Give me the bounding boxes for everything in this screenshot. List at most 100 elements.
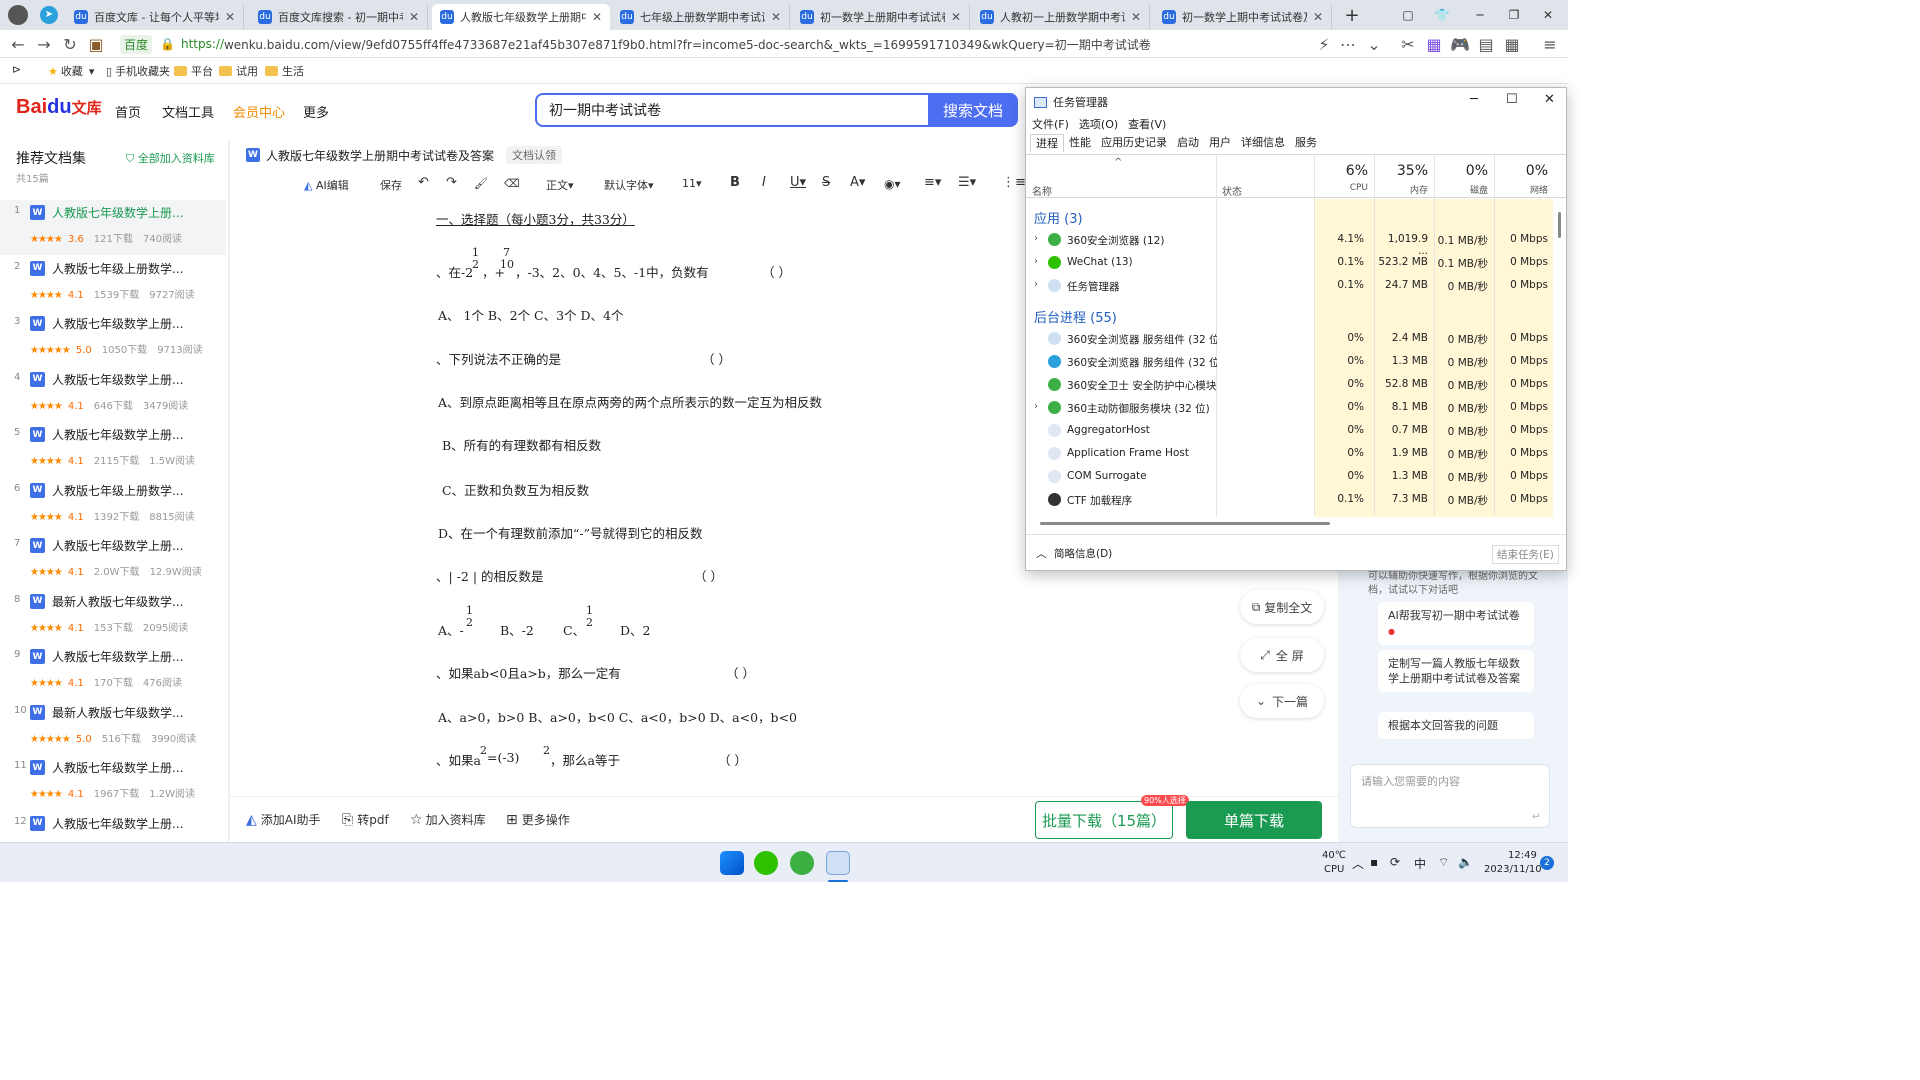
tm-minimize-button[interactable]: ─ <box>1470 92 1478 107</box>
brief-info-button[interactable]: 简略信息(D) <box>1054 546 1112 561</box>
underline-icon[interactable]: U▾ <box>790 175 806 190</box>
back-icon[interactable]: ← <box>8 34 28 54</box>
doc-list-item[interactable]: 7 W 人教版七年级数学上册... ★★★★ 4.1 2.0W下载 12.9W阅读 <box>0 533 226 588</box>
start-icon[interactable] <box>720 851 744 875</box>
close-tab-icon[interactable]: ✕ <box>1313 10 1323 24</box>
paragraph-style-select[interactable]: 正文▾ <box>546 177 574 193</box>
shirt-icon[interactable]: 👕 <box>1424 0 1460 30</box>
tray-app-icon[interactable]: ▪ <box>1370 855 1378 869</box>
nav-member-center[interactable]: 会员中心 <box>233 102 285 121</box>
close-tab-icon[interactable]: ✕ <box>225 10 235 24</box>
font-color-icon[interactable]: A▾ <box>850 175 865 190</box>
process-row[interactable]: 360安全浏览器 服务组件 (32 位) 0% 2.4 MB 0 MB/秒 0 Mbps <box>1026 328 1566 351</box>
strikethrough-icon[interactable]: S <box>822 175 830 190</box>
doc-list-item[interactable]: 4 W 人教版七年级数学上册... ★★★★ 4.1 646下载 3479阅读 <box>0 367 226 422</box>
bookmark-folder-life[interactable]: 生活 <box>265 63 304 79</box>
more-actions-button[interactable]: ⊞ 更多操作 <box>506 811 570 828</box>
bookmark-mobile[interactable]: ▯ 手机收藏夹 <box>106 63 170 79</box>
tm-maximize-button[interactable]: ☐ <box>1506 92 1518 107</box>
send-icon[interactable]: ↵ <box>1532 810 1541 823</box>
horizontal-scrollbar[interactable] <box>1040 522 1330 525</box>
chevron-up-icon[interactable]: ︿ <box>1352 855 1364 872</box>
doc-list-item[interactable]: 12W人教版七年级数学上册...★★★★4.270下载250阅读 <box>0 811 226 843</box>
menu-view[interactable]: 查看(V) <box>1128 118 1166 131</box>
process-row[interactable]: › 360主动防御服务模块 (32 位) 0% 8.1 MB 0 MB/秒 0 Mbps <box>1026 397 1566 420</box>
scissors-icon[interactable]: ✂ <box>1398 34 1418 54</box>
browser-tab[interactable]: du 人教版七年级数学上册期中考试试卷及答案 ✕ <box>432 4 610 30</box>
ai-edit-button[interactable]: ◭ AI编辑 <box>304 177 349 193</box>
extension-icon[interactable]: ▦ <box>1424 34 1444 54</box>
nav-more[interactable]: 更多 <box>303 102 329 121</box>
search-input[interactable]: 初一期中考试试卷 <box>535 93 928 127</box>
close-tab-icon[interactable]: ✕ <box>771 10 781 24</box>
tab-processes[interactable]: 进程 <box>1030 134 1064 152</box>
sync-icon[interactable]: ⟳ <box>1390 855 1400 869</box>
copy-all-button[interactable]: ⧉ 复制全文 <box>1240 590 1324 624</box>
task-manager-taskbar-icon[interactable] <box>826 851 850 875</box>
chevron-up-icon[interactable]: ︿ <box>1036 546 1047 561</box>
add-ai-assistant-button[interactable]: ◭ 添加AI助手 <box>246 811 321 828</box>
ai-suggestion[interactable]: 根据本文回答我的问题 <box>1378 712 1534 739</box>
close-tab-icon[interactable]: ✕ <box>592 10 602 24</box>
browser-tab[interactable]: du 百度文库搜索 - 初一期中考试试卷 ✕ <box>250 4 428 30</box>
bookmark-folder-platform[interactable]: 平台 <box>174 63 213 79</box>
line-spacing-icon[interactable]: ☰▾ <box>958 175 976 190</box>
clock-time[interactable]: 12:49 <box>1508 850 1537 861</box>
tab-users[interactable]: 用户 <box>1204 134 1236 152</box>
tab-app-history[interactable]: 应用历史记录 <box>1096 134 1172 152</box>
col-name[interactable]: 名称 <box>1032 183 1052 198</box>
browser-tab[interactable]: du 初一数学上册期中考试试卷及答案 ✕ <box>792 4 970 30</box>
process-row[interactable]: › 任务管理器 0.1% 24.7 MB 0 MB/秒 0 Mbps <box>1026 275 1566 298</box>
doc-list-item[interactable]: 11 W 人教版七年级数学上册... ★★★★ 4.1 1967下载 1.2W阅读 <box>0 755 226 810</box>
ime-indicator[interactable]: 中 <box>1414 855 1426 872</box>
expand-chevron-icon[interactable]: › <box>1034 256 1038 267</box>
close-tab-icon[interactable]: ✕ <box>951 10 961 24</box>
doc-list-item[interactable]: 3 W 人教版七年级数学上册... ★★★★★ 5.0 1050下载 9713阅读 <box>0 311 226 366</box>
browser-tab[interactable]: du 初一数学上期中考试试卷及答案 ✕ <box>1154 4 1332 30</box>
notification-badge[interactable]: 2 <box>1540 856 1554 870</box>
bold-icon[interactable]: B <box>730 175 740 190</box>
new-tab-button[interactable]: + <box>1334 0 1370 30</box>
nav-doc-tools[interactable]: 文档工具 <box>162 102 214 121</box>
save-button[interactable]: 保存 <box>380 177 402 193</box>
process-row[interactable]: Application Frame Host 0% 1.9 MB 0 MB/秒 0 Mb… <box>1026 443 1566 466</box>
close-window-button[interactable]: ✕ <box>1530 0 1566 30</box>
tab-details[interactable]: 详细信息 <box>1236 134 1290 152</box>
expand-chevron-icon[interactable]: › <box>1034 279 1038 290</box>
process-row[interactable]: 360安全浏览器 服务组件 (32 位) 0% 1.3 MB 0 MB/秒 0 Mbps <box>1026 351 1566 374</box>
browser-tab[interactable]: du 百度文库 - 让每个人平等地提升自我 ✕ <box>66 4 244 30</box>
col-cpu-pct[interactable]: 6% <box>1316 163 1368 179</box>
close-tab-icon[interactable]: ✕ <box>409 10 419 24</box>
lightning-icon[interactable]: ⚡ <box>1314 34 1334 54</box>
browser-tab[interactable]: du 七年级上册数学期中考试试卷及答案 ✕ <box>612 4 790 30</box>
col-disk-pct[interactable]: 0% <box>1436 163 1488 179</box>
reader-icon[interactable]: ▤ <box>1476 34 1496 54</box>
nav-home[interactable]: 首页 <box>115 102 141 121</box>
claim-doc-button[interactable]: 文档认领 <box>506 146 563 164</box>
maximize-button[interactable]: ❐ <box>1496 0 1532 30</box>
search-button[interactable]: 搜索文档 <box>928 93 1018 127</box>
font-size-select[interactable]: 11▾ <box>682 177 702 190</box>
undo-icon[interactable]: ↶ <box>418 175 429 190</box>
batch-download-button[interactable]: 批量下载（15篇） <box>1035 801 1173 839</box>
list-icon[interactable]: ⋮≡ <box>1002 175 1026 190</box>
apps-icon[interactable]: ▦ <box>1502 34 1522 54</box>
tab-services[interactable]: 服务 <box>1290 134 1322 152</box>
menu-options[interactable]: 选项(O) <box>1079 118 1118 131</box>
doc-list-item[interactable]: 9 W 人教版七年级数学上册... ★★★★ 4.1 170下载 476阅读 <box>0 644 226 699</box>
wifi-icon[interactable]: ⌔ <box>1438 855 1449 870</box>
process-row[interactable]: 360安全卫士 安全防护中心模块... 0% 52.8 MB 0 MB/秒 0 Mbps <box>1026 374 1566 397</box>
volume-icon[interactable]: 🔈 <box>1458 855 1473 869</box>
col-net-pct[interactable]: 0% <box>1496 163 1548 179</box>
tm-close-button[interactable]: ✕ <box>1544 92 1555 107</box>
ai-prompt-input[interactable]: 请输入您需要的内容 ↵ <box>1350 764 1550 828</box>
vertical-scrollbar[interactable] <box>1558 212 1561 238</box>
add-all-to-library-button[interactable]: ⛉ 全部加入资料库 <box>126 150 215 166</box>
clock-date[interactable]: 2023/11/10 <box>1484 864 1542 875</box>
process-row[interactable]: AggregatorHost 0% 0.7 MB 0 MB/秒 0 Mbps <box>1026 420 1566 443</box>
process-row[interactable]: COM Surrogate 0% 1.3 MB 0 MB/秒 0 Mbps <box>1026 466 1566 489</box>
wechat-icon[interactable] <box>754 851 778 875</box>
ai-suggestion[interactable]: 定制写一篇人教版七年级数学上册期中考试试卷及答案 <box>1378 650 1534 692</box>
doc-list-item[interactable]: 1 W 人教版七年级数学上册... ★★★★ 3.6 121下载 740阅读 <box>0 200 226 255</box>
bookmark-favorites[interactable]: ★ 收藏 ▾ <box>48 63 94 79</box>
